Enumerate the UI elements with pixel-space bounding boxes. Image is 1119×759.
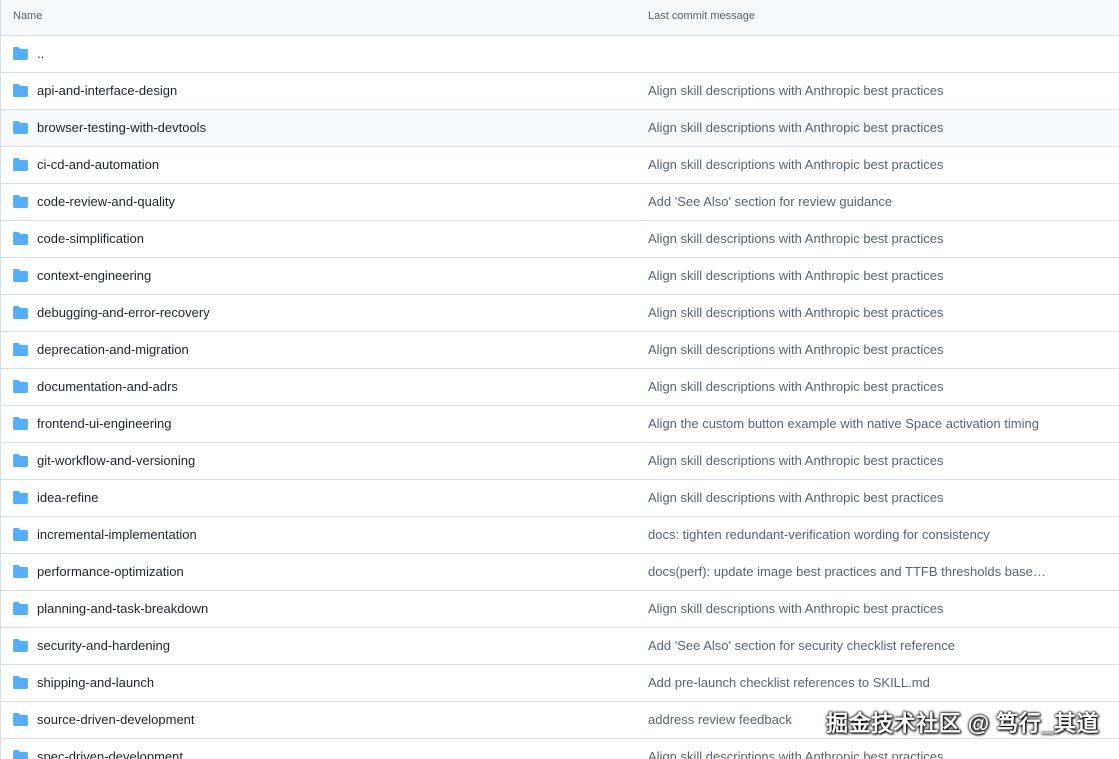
folder-icon	[13, 269, 28, 282]
folder-icon	[13, 47, 28, 60]
folder-icon	[13, 121, 28, 134]
folder-icon	[13, 158, 28, 171]
folder-name[interactable]: performance-optimization	[37, 564, 184, 579]
folder-icon	[13, 602, 28, 615]
folder-name[interactable]: planning-and-task-breakdown	[37, 601, 208, 616]
folder-name[interactable]: browser-testing-with-devtools	[37, 120, 206, 135]
folder-name[interactable]: security-and-hardening	[37, 638, 170, 653]
commit-message[interactable]: Add 'See Also' section for security chec…	[648, 638, 955, 653]
folder-name[interactable]: frontend-ui-engineering	[37, 416, 171, 431]
folder-icon	[13, 380, 28, 393]
folder-icon	[13, 306, 28, 319]
folder-name[interactable]: source-driven-development	[37, 712, 195, 727]
folder-name[interactable]: deprecation-and-migration	[37, 342, 189, 357]
folder-icon	[13, 417, 28, 430]
commit-message[interactable]: Align skill descriptions with Anthropic …	[648, 83, 944, 98]
commit-message[interactable]: Align skill descriptions with Anthropic …	[648, 490, 944, 505]
table-row-parent-dir[interactable]: ..	[1, 36, 1119, 73]
table-header: Name Last commit message	[1, 0, 1119, 36]
commit-message[interactable]: Align skill descriptions with Anthropic …	[648, 305, 944, 320]
file-list: .. api-and-interface-design Align skill …	[1, 36, 1119, 759]
table-row[interactable]: shipping-and-launch Add pre-launch check…	[1, 665, 1119, 702]
commit-message[interactable]: Add 'See Also' section for review guidan…	[648, 194, 892, 209]
table-row[interactable]: code-simplification Align skill descript…	[1, 221, 1119, 258]
folder-icon	[13, 565, 28, 578]
commit-message[interactable]: docs: tighten redundant-verification wor…	[648, 527, 990, 542]
commit-message-column-header: Last commit message	[648, 10, 755, 22]
table-row[interactable]: spec-driven-development Align skill desc…	[1, 739, 1119, 759]
folder-name[interactable]: shipping-and-launch	[37, 675, 154, 690]
folder-name[interactable]: ci-cd-and-automation	[37, 157, 159, 172]
folder-name[interactable]: code-review-and-quality	[37, 194, 175, 209]
table-row[interactable]: debugging-and-error-recovery Align skill…	[1, 295, 1119, 332]
folder-name[interactable]: context-engineering	[37, 268, 151, 283]
watermark: 掘金技术社区 @ 笃行_其道	[826, 711, 1099, 736]
commit-message[interactable]: address review feedback	[648, 712, 792, 727]
commit-message[interactable]: Align skill descriptions with Anthropic …	[648, 453, 944, 468]
folder-icon	[13, 676, 28, 689]
table-row[interactable]: incremental-implementation docs: tighten…	[1, 517, 1119, 554]
folder-name[interactable]: spec-driven-development	[37, 749, 183, 759]
folder-icon	[13, 454, 28, 467]
folder-icon	[13, 528, 28, 541]
folder-icon	[13, 232, 28, 245]
folder-icon	[13, 195, 28, 208]
folder-name[interactable]: idea-refine	[37, 490, 98, 505]
folder-icon	[13, 491, 28, 504]
table-row[interactable]: frontend-ui-engineering Align the custom…	[1, 406, 1119, 443]
folder-icon	[13, 343, 28, 356]
table-row[interactable]: ci-cd-and-automation Align skill descrip…	[1, 147, 1119, 184]
table-row[interactable]: git-workflow-and-versioning Align skill …	[1, 443, 1119, 480]
commit-message[interactable]: docs(perf): update image best practices …	[648, 564, 1053, 579]
folder-name[interactable]: code-simplification	[37, 231, 144, 246]
folder-icon	[13, 713, 28, 726]
table-row[interactable]: security-and-hardening Add 'See Also' se…	[1, 628, 1119, 665]
table-row[interactable]: planning-and-task-breakdown Align skill …	[1, 591, 1119, 628]
table-row[interactable]: code-review-and-quality Add 'See Also' s…	[1, 184, 1119, 221]
table-row[interactable]: documentation-and-adrs Align skill descr…	[1, 369, 1119, 406]
folder-name[interactable]: api-and-interface-design	[37, 83, 177, 98]
table-row[interactable]: idea-refine Align skill descriptions wit…	[1, 480, 1119, 517]
folder-icon	[13, 84, 28, 97]
commit-message[interactable]: Align skill descriptions with Anthropic …	[648, 379, 944, 394]
commit-message[interactable]: Align skill descriptions with Anthropic …	[648, 231, 944, 246]
table-row[interactable]: context-engineering Align skill descript…	[1, 258, 1119, 295]
folder-name[interactable]: ..	[37, 46, 44, 61]
commit-message[interactable]: Align skill descriptions with Anthropic …	[648, 601, 944, 616]
folder-icon	[13, 639, 28, 652]
folder-name[interactable]: git-workflow-and-versioning	[37, 453, 195, 468]
commit-message[interactable]: Align skill descriptions with Anthropic …	[648, 157, 944, 172]
commit-message[interactable]: Align the custom button example with nat…	[648, 416, 1039, 431]
folder-name[interactable]: debugging-and-error-recovery	[37, 305, 210, 320]
folder-name[interactable]: documentation-and-adrs	[37, 379, 178, 394]
folder-icon	[13, 750, 28, 759]
commit-message[interactable]: Add pre-launch checklist references to S…	[648, 675, 930, 690]
name-column-header: Name	[13, 10, 43, 22]
commit-message[interactable]: Align skill descriptions with Anthropic …	[648, 749, 944, 759]
folder-name[interactable]: incremental-implementation	[37, 527, 197, 542]
table-row[interactable]: performance-optimization docs(perf): upd…	[1, 554, 1119, 591]
table-row[interactable]: deprecation-and-migration Align skill de…	[1, 332, 1119, 369]
commit-message[interactable]: Align skill descriptions with Anthropic …	[648, 342, 944, 357]
commit-message[interactable]: Align skill descriptions with Anthropic …	[648, 120, 944, 135]
commit-message[interactable]: Align skill descriptions with Anthropic …	[648, 268, 944, 283]
file-table: Name Last commit message .. api-and-inte…	[0, 0, 1119, 759]
table-row[interactable]: browser-testing-with-devtools Align skil…	[1, 110, 1119, 147]
table-row[interactable]: api-and-interface-design Align skill des…	[1, 73, 1119, 110]
